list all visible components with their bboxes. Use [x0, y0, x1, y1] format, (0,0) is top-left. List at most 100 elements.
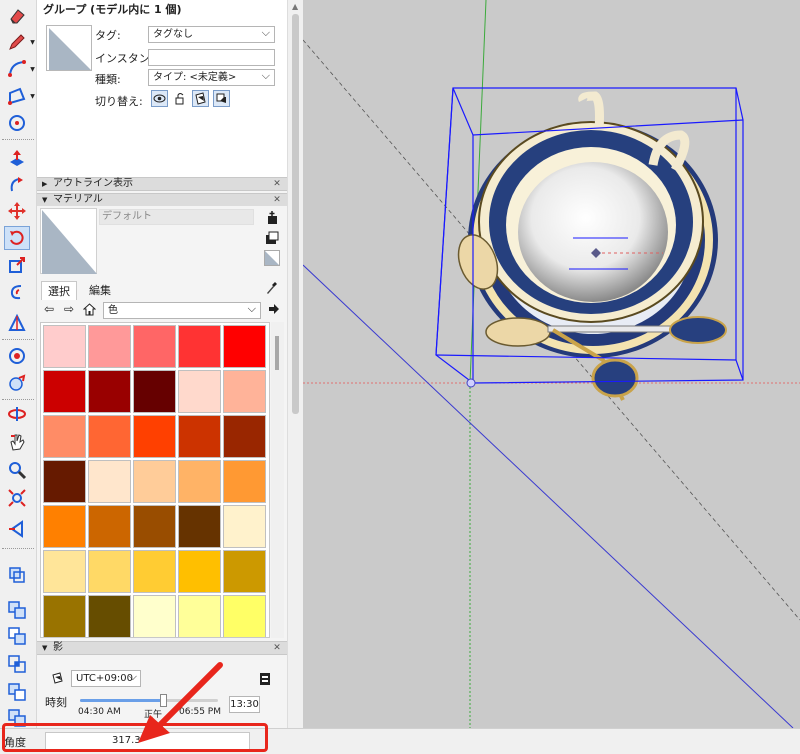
model-viewport[interactable]	[303, 0, 800, 728]
material-name[interactable]: デフォルト	[99, 209, 254, 225]
tab-select[interactable]: 選択	[41, 281, 77, 300]
component-icon[interactable]	[4, 563, 30, 587]
arc-icon[interactable]	[4, 57, 30, 81]
color-swatch[interactable]	[178, 505, 221, 548]
color-swatch[interactable]	[223, 370, 266, 413]
color-swatch[interactable]	[178, 370, 221, 413]
zoom-extents-icon[interactable]	[4, 486, 30, 510]
color-swatch[interactable]	[88, 370, 131, 413]
circle-icon[interactable]	[4, 111, 30, 135]
eraser-icon[interactable]	[4, 4, 30, 28]
pan-icon[interactable]	[4, 430, 30, 454]
color-swatch[interactable]	[43, 370, 86, 413]
push-pull-icon[interactable]	[4, 146, 30, 170]
color-swatch[interactable]	[43, 505, 86, 548]
color-swatch[interactable]	[88, 325, 131, 368]
color-swatch[interactable]	[133, 460, 176, 503]
color-swatch[interactable]	[223, 550, 266, 593]
back-icon[interactable]: ⇦	[42, 302, 56, 316]
materials-tray-header[interactable]: ▼ マテリアル ✕	[37, 193, 287, 207]
tray-scrollbar[interactable]: ▲	[287, 0, 303, 728]
color-swatch[interactable]	[88, 415, 131, 458]
tab-edit[interactable]: 編集	[83, 281, 117, 299]
pencil-icon[interactable]	[4, 30, 30, 54]
color-swatch[interactable]	[88, 505, 131, 548]
color-swatch[interactable]	[178, 595, 221, 637]
color-swatch[interactable]	[43, 460, 86, 503]
swatch-scrollbar[interactable]	[271, 322, 284, 638]
tag-label: タグ:	[95, 29, 121, 42]
scene-canvas[interactable]	[303, 0, 800, 728]
offset-icon[interactable]	[4, 280, 30, 304]
scroll-thumb[interactable]	[275, 336, 279, 370]
paint-bucket-icon[interactable]	[4, 344, 30, 368]
outliner-tray-header[interactable]: ▶ アウトライン表示 ✕	[37, 177, 287, 191]
scroll-up-icon[interactable]: ▲	[292, 2, 298, 11]
zoom-icon[interactable]	[4, 458, 30, 482]
details-arrow-icon[interactable]	[267, 302, 281, 316]
rectangle-icon[interactable]	[4, 84, 30, 108]
cast-shadows-toggle-icon[interactable]	[213, 90, 230, 107]
close-icon[interactable]: ✕	[272, 195, 282, 205]
eyedropper-icon[interactable]	[265, 279, 279, 298]
tape-measure-icon[interactable]	[4, 311, 30, 335]
move-icon[interactable]	[4, 199, 30, 223]
shadows-tray-header[interactable]: ▼ 影 ✕	[37, 641, 287, 655]
color-swatch[interactable]	[178, 415, 221, 458]
close-icon[interactable]: ✕	[272, 179, 282, 189]
visibility-toggle-icon[interactable]	[151, 90, 168, 107]
default-material-icon[interactable]	[264, 250, 280, 266]
arc-caret-icon[interactable]: ▼	[29, 57, 36, 81]
library-select[interactable]: 色	[103, 301, 261, 319]
receive-shadows-toggle-icon[interactable]	[192, 90, 209, 107]
color-swatch[interactable]	[133, 595, 176, 637]
shadow-toggle-icon[interactable]	[51, 671, 65, 688]
collapse-icon: ▼	[42, 196, 48, 204]
forward-icon[interactable]: ⇨	[62, 302, 76, 316]
create-material-icon[interactable]	[264, 210, 280, 226]
color-swatch[interactable]	[223, 505, 266, 548]
color-swatch[interactable]	[43, 550, 86, 593]
color-swatch[interactable]	[223, 325, 266, 368]
instance-input[interactable]	[148, 49, 275, 66]
subtract-icon[interactable]	[4, 624, 30, 648]
color-swatch[interactable]	[88, 595, 131, 637]
color-swatch[interactable]	[133, 505, 176, 548]
rectangle-caret-icon[interactable]: ▼	[29, 84, 36, 108]
color-swatch[interactable]	[223, 460, 266, 503]
orbit-icon[interactable]	[4, 402, 30, 426]
protractor-icon[interactable]	[4, 371, 30, 395]
color-swatch[interactable]	[43, 325, 86, 368]
rotate-anchor-point[interactable]	[466, 378, 476, 388]
color-swatch[interactable]	[43, 595, 86, 637]
color-swatch[interactable]	[178, 325, 221, 368]
scale-icon[interactable]	[4, 253, 30, 277]
color-swatch[interactable]	[88, 460, 131, 503]
rotate-icon[interactable]	[4, 226, 30, 250]
color-swatch[interactable]	[133, 370, 176, 413]
pencil-caret-icon[interactable]: ▼	[29, 30, 36, 54]
color-swatch[interactable]	[178, 460, 221, 503]
home-icon[interactable]	[82, 302, 96, 316]
color-swatch[interactable]	[133, 325, 176, 368]
shadow-settings-icon[interactable]	[259, 672, 271, 689]
color-swatch[interactable]	[133, 550, 176, 593]
color-swatch[interactable]	[133, 415, 176, 458]
color-swatch[interactable]	[178, 550, 221, 593]
color-swatch[interactable]	[88, 550, 131, 593]
section-plane-icon[interactable]	[4, 517, 30, 541]
trim-icon[interactable]	[4, 680, 30, 704]
color-swatch[interactable]	[43, 415, 86, 458]
type-select[interactable]: タイプ: <未定義>	[148, 68, 275, 86]
tag-select[interactable]: タグなし	[148, 25, 275, 43]
color-swatch[interactable]	[223, 595, 266, 637]
follow-me-icon[interactable]	[4, 173, 30, 197]
union-icon[interactable]	[4, 598, 30, 622]
lock-toggle-icon[interactable]	[172, 90, 189, 107]
scroll-thumb[interactable]	[292, 14, 299, 414]
close-icon[interactable]: ✕	[272, 643, 282, 653]
intersect-icon[interactable]	[4, 652, 30, 676]
materials-tabs: 選択 編集	[37, 278, 287, 300]
color-swatch[interactable]	[223, 415, 266, 458]
sample-paint-icon[interactable]	[264, 230, 280, 246]
